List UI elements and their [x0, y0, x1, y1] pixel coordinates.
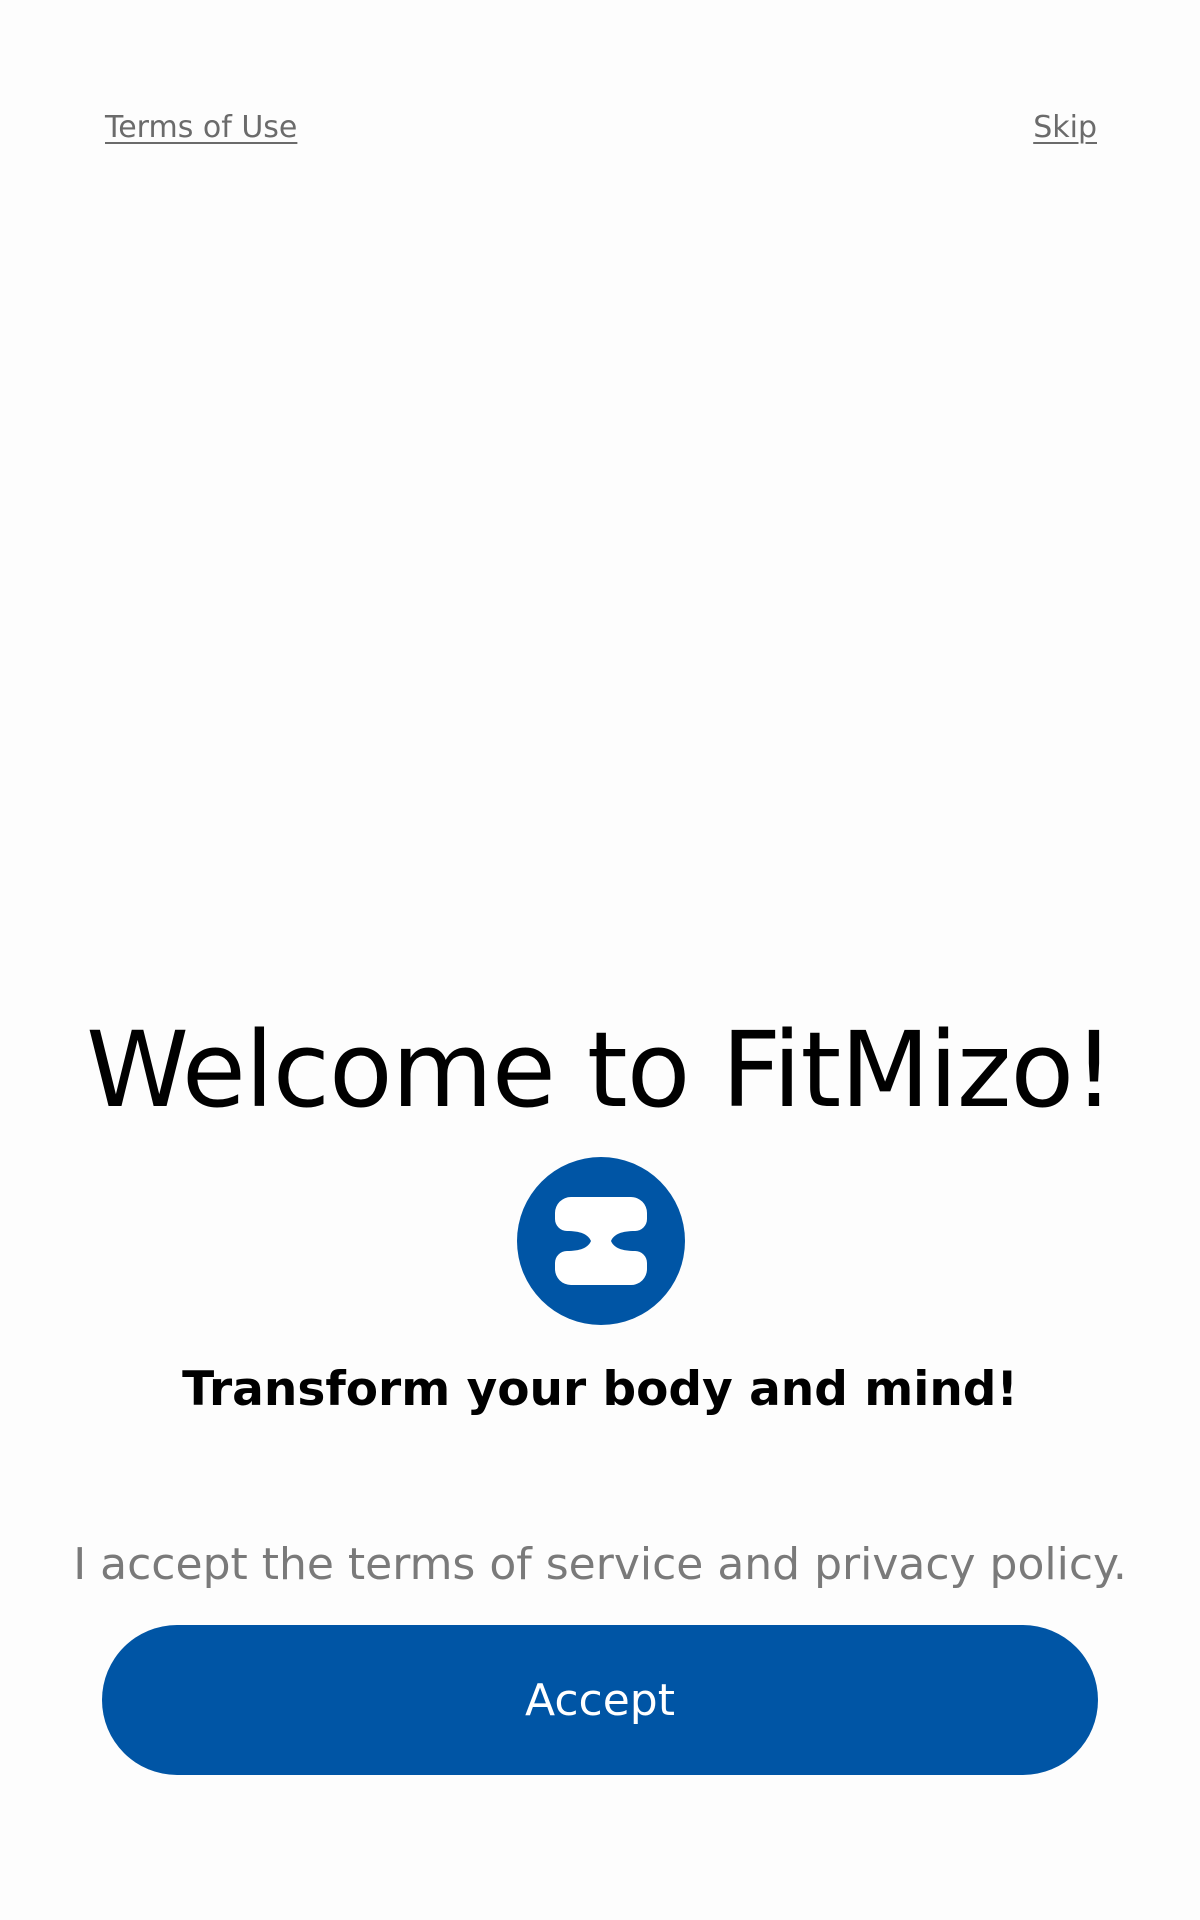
tagline: Transform your body and mind!: [182, 1362, 1018, 1417]
consent-text: I accept the terms of service and privac…: [73, 1539, 1127, 1590]
fitmizo-logo-icon: [517, 1157, 685, 1325]
accept-button[interactable]: Accept: [102, 1625, 1098, 1775]
terms-of-use-link[interactable]: Terms of Use: [105, 106, 297, 150]
welcome-title: Welcome to FitMizo!: [86, 1009, 1115, 1131]
skip-link[interactable]: Skip: [1033, 106, 1097, 150]
